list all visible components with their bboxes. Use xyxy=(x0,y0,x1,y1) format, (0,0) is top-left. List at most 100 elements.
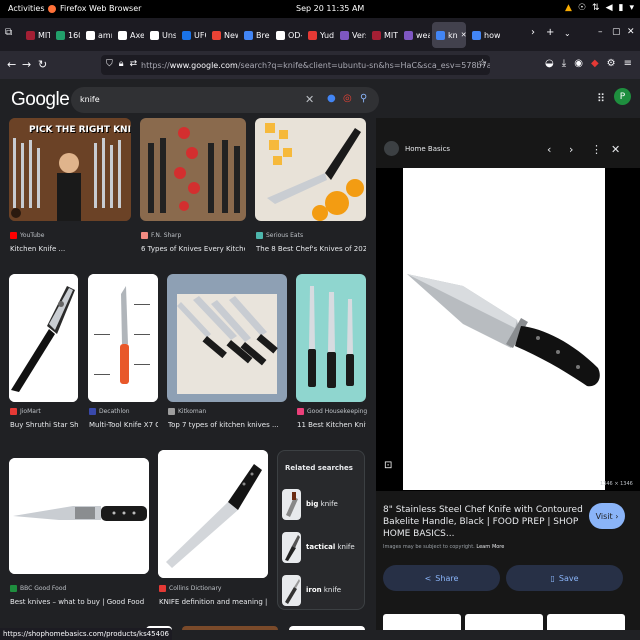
related-item-big-knife[interactable]: big knife xyxy=(282,487,362,521)
tab-ufc[interactable]: UFC xyxy=(178,22,206,48)
search-box[interactable]: knife ✕ ● ◎ ⚲ xyxy=(71,87,379,113)
result-thumbnail[interactable] xyxy=(182,626,278,630)
result-thumbnail[interactable] xyxy=(9,458,149,574)
result-title[interactable]: Top 7 types of kitchen knives ... xyxy=(168,421,287,429)
extensions-puzzle-icon[interactable]: ⚙ xyxy=(607,58,616,69)
tab-strip: MIT 160 amm Axe Unsu UFC New Brea OD- Yudi Vers MIT… xyxy=(22,22,500,48)
related-item-tactical-knife[interactable]: tactical knife xyxy=(282,530,362,564)
avatar[interactable]: P xyxy=(614,88,631,105)
result-title[interactable]: KNIFE definition and meaning | Col... xyxy=(159,598,269,606)
lens-search-icon[interactable]: ⊡ xyxy=(384,460,392,471)
site-favicon-icon xyxy=(297,408,304,415)
url-bar[interactable]: https://www.google.com/search?q=knife&cl… xyxy=(101,55,490,75)
share-button[interactable]: < Share xyxy=(383,565,500,591)
tab-mit[interactable]: MIT xyxy=(22,22,50,48)
tab-wea[interactable]: wea xyxy=(400,22,430,48)
site-favicon-icon xyxy=(256,232,263,239)
clock[interactable]: Sep 20 11:35 AM xyxy=(296,4,364,13)
tab-160[interactable]: 160 xyxy=(52,22,80,48)
maximize-button[interactable]: ▢ xyxy=(612,27,621,37)
app-menu[interactable]: Firefox Web Browser xyxy=(48,4,141,13)
result-source: Decathlon xyxy=(89,408,130,415)
result-thumbnail[interactable] xyxy=(9,274,78,402)
preview-image[interactable] xyxy=(403,168,605,490)
tab-unsu[interactable]: Unsu xyxy=(146,22,176,48)
result-thumbnail[interactable]: PICK THE RIGHT KNIFE xyxy=(9,118,131,221)
close-icon[interactable]: ✕ xyxy=(611,143,620,156)
result-thumbnail[interactable] xyxy=(158,450,268,578)
result-thumbnail[interactable] xyxy=(296,274,366,402)
image-dimensions: 1346 × 1346 xyxy=(600,481,633,487)
close-tab-icon[interactable]: ✕ xyxy=(461,31,466,39)
result-title[interactable]: 11 Best Kitchen Kniv... xyxy=(297,421,366,429)
activities-button[interactable]: Activities xyxy=(8,4,45,13)
related-item-iron-knife[interactable]: iron knife xyxy=(282,573,362,607)
result-thumbnail[interactable] xyxy=(255,118,366,221)
menu-icon[interactable]: ≡ xyxy=(624,58,632,69)
preview-title[interactable]: 8" Stainless Steel Chef Knife with Conto… xyxy=(383,504,583,540)
related-rest: knife xyxy=(321,586,342,594)
new-tab-button[interactable]: + xyxy=(546,27,554,38)
microphone-icon[interactable]: ● xyxy=(327,93,336,104)
result-source: YouTube xyxy=(10,232,44,239)
minimize-button[interactable]: – xyxy=(598,27,603,37)
result-thumbnail[interactable] xyxy=(140,118,246,221)
related-image-thumb[interactable] xyxy=(465,614,543,630)
pocket-icon[interactable]: ◒ xyxy=(545,58,554,69)
close-window-button[interactable]: ✕ xyxy=(627,27,635,37)
downloads-icon[interactable]: ⤓ xyxy=(562,58,566,69)
result-title[interactable]: Best knives – what to buy | Good Food xyxy=(10,598,150,606)
tab-label: MIT xyxy=(38,30,50,40)
tab-kn[interactable]: kn ✕ xyxy=(432,22,466,48)
result-thumbnail[interactable] xyxy=(167,274,287,402)
tab-how[interactable]: how xyxy=(468,22,500,48)
visit-button[interactable]: Visit › xyxy=(589,503,625,529)
back-button[interactable]: ← xyxy=(7,58,16,71)
result-title[interactable]: Multi-Tool Knife X7 O... xyxy=(89,421,158,429)
permissions-icon[interactable]: ⇄ xyxy=(130,59,138,69)
save-button[interactable]: ▯ Save xyxy=(506,565,623,591)
search-input[interactable]: knife xyxy=(80,95,100,104)
previous-arrow-icon[interactable]: ‹ xyxy=(547,143,551,156)
result-thumbnail[interactable] xyxy=(88,274,158,402)
tab-new[interactable]: New xyxy=(208,22,238,48)
tab-yudi[interactable]: Yudi xyxy=(304,22,334,48)
tab-overflow-chevron-icon[interactable]: ⌄ xyxy=(564,29,571,38)
tab-brea[interactable]: Brea xyxy=(240,22,270,48)
tab-vers[interactable]: Vers xyxy=(336,22,366,48)
related-thumbnail xyxy=(282,488,301,520)
tab-mit[interactable]: MIT xyxy=(368,22,398,48)
panel-site-name[interactable]: Home Basics xyxy=(405,145,450,153)
lock-icon[interactable]: 🔒︎ xyxy=(119,59,124,69)
result-title[interactable]: 6 Types of Knives Every Kitchen ... xyxy=(141,245,245,253)
next-arrow-icon[interactable]: › xyxy=(569,143,573,156)
tab-favicon-icon xyxy=(244,30,253,40)
chevron-right-icon[interactable]: › xyxy=(531,27,535,38)
tab-od-[interactable]: OD- xyxy=(272,22,302,48)
result-title[interactable]: Kitchen Knife ... xyxy=(10,245,130,253)
account-icon[interactable]: ◉ xyxy=(574,58,583,69)
tab-list-icon[interactable]: ⧉ xyxy=(5,27,12,38)
lens-icon[interactable]: ◎ xyxy=(343,93,352,104)
more-options-icon[interactable]: ⋮ xyxy=(591,143,602,156)
thumbnail-image xyxy=(9,458,149,574)
reload-button[interactable]: ↻ xyxy=(38,58,47,71)
search-icon[interactable]: ⚲ xyxy=(360,93,367,104)
related-image-thumb[interactable] xyxy=(383,614,461,630)
extension-icon[interactable]: ◆ xyxy=(591,58,599,69)
result-title[interactable]: Buy Shruthi Star Shi... xyxy=(10,421,78,429)
bookmark-star-icon[interactable]: ☆ xyxy=(478,58,487,69)
learn-more-link[interactable]: Learn More xyxy=(476,544,504,550)
forward-button[interactable]: → xyxy=(22,58,31,71)
related-image-thumb[interactable] xyxy=(547,614,625,630)
tab-axe[interactable]: Axe xyxy=(114,22,144,48)
apps-grid-icon[interactable]: ⠿ xyxy=(597,92,605,105)
result-title[interactable]: The 8 Best Chef's Knives of 2024 ... xyxy=(256,245,366,253)
result-thumbnail[interactable] xyxy=(289,626,365,630)
visit-label: Visit xyxy=(595,511,613,521)
google-logo[interactable]: Google xyxy=(11,89,70,111)
system-tray[interactable]: ▲ ☉ ⇅ ◀ ▮ ▾ xyxy=(565,3,634,13)
shield-icon[interactable]: ⛉ xyxy=(106,59,113,69)
tab-amm[interactable]: amm xyxy=(82,22,112,48)
clear-icon[interactable]: ✕ xyxy=(305,93,314,106)
